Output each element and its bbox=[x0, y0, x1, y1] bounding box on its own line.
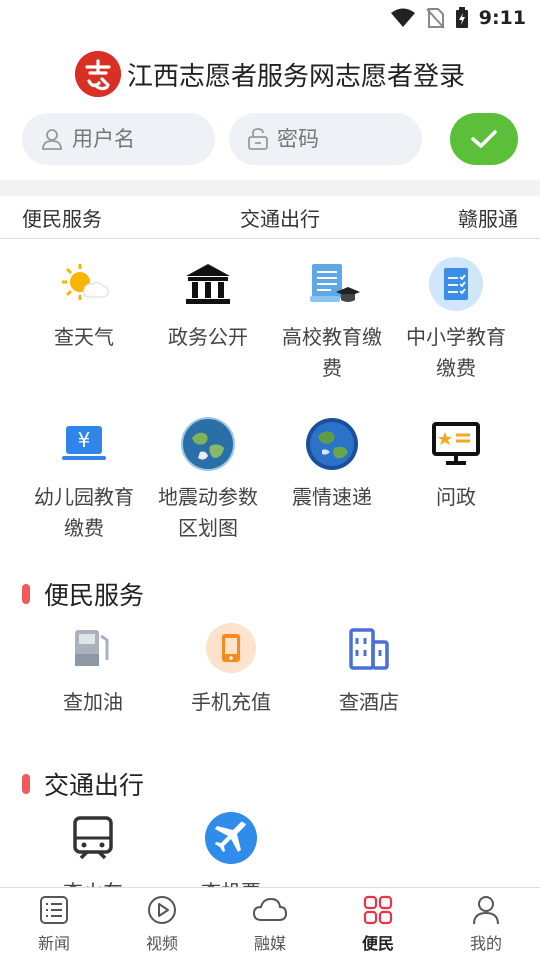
nav-label: 新闻 bbox=[37, 934, 70, 953]
password-input[interactable] bbox=[276, 127, 397, 151]
nav-label: 我的 bbox=[469, 934, 502, 953]
section-header: 交通出行 bbox=[0, 764, 540, 804]
grid-label: 中小学教育缴费 bbox=[406, 325, 506, 380]
page-header: 江西志愿者服务网志愿者登录 bbox=[0, 44, 540, 104]
grid-label: 问政 bbox=[436, 485, 476, 509]
nav-label: 融媒 bbox=[253, 934, 286, 953]
train-icon bbox=[73, 816, 113, 860]
nav-media[interactable]: 融媒 bbox=[216, 888, 324, 960]
clock: 9:11 bbox=[478, 7, 526, 29]
grid-item-university-fee[interactable]: 高校教育缴费 bbox=[270, 250, 394, 384]
password-field[interactable] bbox=[228, 113, 422, 165]
login-form bbox=[22, 113, 519, 165]
nav-profile[interactable]: 我的 bbox=[432, 888, 540, 960]
government-building-icon bbox=[186, 264, 230, 304]
category-tabs: 便民服务 交通出行 赣服通 bbox=[0, 196, 540, 239]
kindergarten-fee-icon: ¥ bbox=[62, 426, 106, 460]
grid-item-gov-affairs[interactable]: 政务公开 bbox=[146, 250, 270, 384]
divider-band bbox=[0, 180, 540, 196]
section-title: 交通出行 bbox=[44, 771, 145, 800]
page-title: 江西志愿者服务网志愿者登录 bbox=[126, 61, 465, 92]
grid-item-school-fee[interactable]: 中小学教育缴费 bbox=[394, 250, 518, 384]
service-fuel[interactable]: 查加油 bbox=[26, 622, 160, 715]
grid-label: 震情速递 bbox=[292, 485, 372, 509]
section-transport: 交通出行 查火车 查机票 bbox=[0, 764, 540, 905]
nav-label: 便民 bbox=[361, 934, 394, 953]
volunteer-logo-icon bbox=[74, 51, 121, 97]
cloud-icon bbox=[252, 897, 288, 921]
no-sim-icon bbox=[425, 8, 445, 29]
service-label: 手机充值 bbox=[191, 690, 271, 714]
grid-item-seismic-map[interactable]: 地震动参数区划图 bbox=[146, 410, 270, 544]
plane-icon bbox=[205, 812, 257, 864]
tab-convenience[interactable]: 便民服务 bbox=[22, 203, 102, 232]
battery-charging-icon bbox=[455, 7, 468, 28]
nav-label: 视频 bbox=[145, 934, 178, 953]
login-button[interactable] bbox=[449, 113, 519, 165]
service-phone-recharge[interactable]: 手机充值 bbox=[164, 622, 298, 715]
username-input[interactable] bbox=[72, 127, 192, 151]
user-icon bbox=[42, 129, 62, 150]
grid-icon bbox=[363, 895, 393, 925]
username-field[interactable] bbox=[22, 113, 215, 165]
inquiry-board-icon bbox=[432, 422, 480, 465]
svg-text:¥: ¥ bbox=[78, 428, 91, 452]
grid-item-weather[interactable]: 查天气 bbox=[22, 250, 146, 384]
grid-label: 幼儿园教育缴费 bbox=[34, 485, 134, 540]
weather-icon bbox=[62, 264, 109, 300]
section-marker bbox=[22, 774, 30, 794]
grid-item-inquiry[interactable]: 问政 bbox=[394, 410, 518, 544]
bottom-navigation: 新闻 视频 融媒 便民 我的 bbox=[0, 887, 540, 960]
check-icon bbox=[471, 130, 497, 148]
profile-icon bbox=[473, 896, 499, 925]
service-grid: 查天气 政务公开 高校教育缴费 中小学教育缴费 ¥ 幼儿园教育缴费 地震动参数区… bbox=[22, 250, 518, 544]
grid-label: 查天气 bbox=[54, 325, 114, 349]
globe-icon bbox=[306, 418, 358, 470]
nav-news[interactable]: 新闻 bbox=[0, 888, 108, 960]
hotel-icon bbox=[349, 628, 389, 670]
section-title: 便民服务 bbox=[44, 581, 145, 610]
wifi-icon bbox=[390, 8, 415, 27]
nav-video[interactable]: 视频 bbox=[108, 888, 216, 960]
fuel-icon bbox=[75, 630, 109, 666]
nav-convenience[interactable]: 便民 bbox=[324, 888, 432, 960]
grid-item-kindergarten-fee[interactable]: ¥ 幼儿园教育缴费 bbox=[22, 410, 146, 544]
video-icon bbox=[148, 896, 176, 924]
grid-label: 高校教育缴费 bbox=[282, 325, 382, 380]
tab-transport[interactable]: 交通出行 bbox=[240, 203, 320, 232]
status-bar: 9:11 bbox=[0, 0, 540, 36]
section-convenience: 便民服务 查加油 手机充值 查酒店 bbox=[0, 574, 540, 715]
lock-icon bbox=[248, 128, 268, 150]
service-hotel[interactable]: 查酒店 bbox=[302, 622, 436, 715]
service-label: 查加油 bbox=[63, 690, 123, 714]
university-fee-icon bbox=[310, 264, 360, 302]
earth-icon bbox=[181, 417, 235, 471]
grid-label: 地震动参数区划图 bbox=[158, 485, 258, 540]
grid-item-quake-news[interactable]: 震情速递 bbox=[270, 410, 394, 544]
app-logo bbox=[74, 51, 121, 97]
section-header: 便民服务 bbox=[0, 574, 540, 614]
section-marker bbox=[22, 584, 30, 604]
grid-label: 政务公开 bbox=[168, 325, 248, 349]
school-fee-icon bbox=[429, 257, 483, 311]
tab-ganfutong[interactable]: 赣服通 bbox=[458, 203, 518, 232]
news-icon bbox=[40, 896, 68, 924]
phone-recharge-icon bbox=[206, 623, 256, 673]
service-label: 查酒店 bbox=[339, 690, 399, 714]
